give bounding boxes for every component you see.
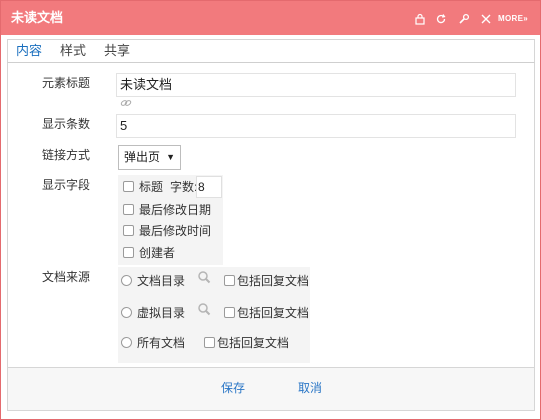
save-button[interactable]: 保存 — [221, 381, 245, 395]
source-folder-label: 文档目录 — [137, 274, 186, 288]
fields-label: 显示字段 — [42, 178, 91, 192]
source-virtual-label: 虚拟目录 — [137, 306, 186, 320]
dialog-title: 未读文档 — [11, 10, 64, 25]
link-mode-select[interactable]: 弹出页 ▼ — [118, 145, 181, 170]
title-bar: 未读文档 MORE» — [1, 1, 540, 35]
settings-icon[interactable] — [458, 13, 470, 25]
dialog-footer: 保存 取消 — [7, 367, 535, 411]
source-all-radio[interactable] — [121, 337, 132, 348]
search-icon[interactable] — [197, 270, 211, 284]
more-button[interactable]: MORE» — [498, 14, 528, 24]
tab-share[interactable]: 共享 — [104, 43, 130, 59]
chars-label: 字数: — [170, 180, 198, 194]
count-input[interactable]: 5 — [116, 114, 516, 138]
field-creator-label: 创建者 — [139, 246, 176, 260]
cancel-button[interactable]: 取消 — [298, 381, 322, 395]
field-modified-time-label: 最后修改时间 — [139, 224, 212, 238]
close-icon[interactable] — [480, 13, 492, 25]
field-creator-checkbox[interactable] — [123, 247, 134, 258]
tab-content[interactable]: 内容 — [16, 43, 42, 59]
title-input[interactable]: 未读文档 — [116, 73, 516, 97]
source-all-include-checkbox[interactable] — [204, 337, 215, 348]
title-label: 元素标题 — [42, 76, 91, 90]
source-folder-include-checkbox[interactable] — [224, 275, 235, 286]
tab-style[interactable]: 样式 — [60, 43, 86, 59]
field-modified-time-checkbox[interactable] — [123, 225, 134, 236]
refresh-icon[interactable] — [435, 13, 447, 25]
source-all-label: 所有文档 — [137, 336, 186, 350]
field-title-checkbox[interactable] — [123, 181, 134, 192]
source-folder-radio[interactable] — [121, 275, 132, 286]
tab-bar: 内容 样式 共享 — [7, 39, 535, 63]
search-icon[interactable] — [197, 302, 211, 316]
source-virtual-radio[interactable] — [121, 307, 132, 318]
dropdown-arrow-icon: ▼ — [166, 152, 175, 162]
lock-icon[interactable] — [414, 13, 426, 25]
field-modified-date-label: 最后修改日期 — [139, 203, 212, 217]
count-label: 显示条数 — [42, 117, 91, 131]
source-folder-include-label: 包括回复文档 — [237, 274, 310, 288]
link-mode-value: 弹出页 — [124, 150, 161, 164]
source-all-include-label: 包括回复文档 — [217, 336, 290, 350]
source-label: 文档来源 — [42, 270, 91, 284]
link-mode-label: 链接方式 — [42, 148, 91, 162]
field-modified-date-checkbox[interactable] — [123, 204, 134, 215]
link-icon[interactable] — [120, 98, 132, 108]
dialog-window: 未读文档 MORE» 内容 样式 共享 元素标题 未读文档 显示条数 5 链接方… — [0, 0, 541, 420]
source-virtual-include-label: 包括回复文档 — [237, 306, 310, 320]
chars-input[interactable]: 8 — [196, 176, 222, 198]
source-virtual-include-checkbox[interactable] — [224, 307, 235, 318]
field-title-label: 标题 — [139, 180, 164, 194]
